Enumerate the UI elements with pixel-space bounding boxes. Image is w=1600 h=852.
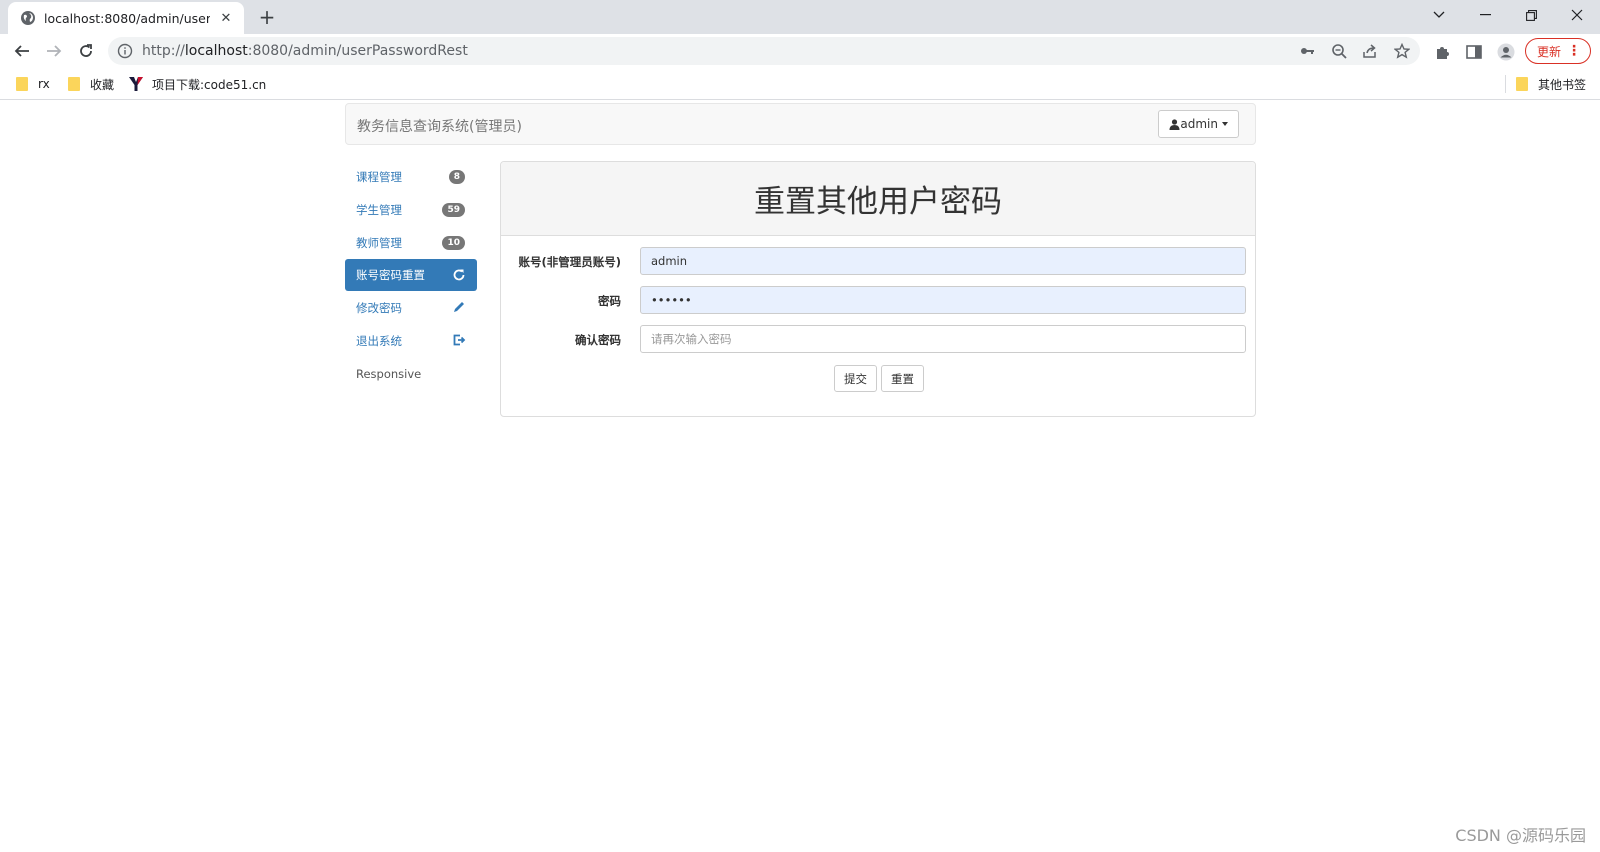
confirm-password-label: 确认密码 <box>575 333 621 347</box>
sidebar-item-courses[interactable]: 课程管理 8 <box>345 160 477 193</box>
bookmark-code51[interactable]: 项目下载:code51.cn <box>128 75 266 93</box>
browser-toolbar: http://localhost:8080/admin/userPassword… <box>0 34 1600 68</box>
folder-icon <box>68 77 80 91</box>
page-title: 重置其他用户密码 <box>754 184 1002 220</box>
password-input[interactable]: •••••• <box>640 286 1246 314</box>
sidebar-item-responsive[interactable]: Responsive <box>345 357 477 390</box>
back-icon[interactable] <box>10 39 34 63</box>
sidebar-item-teachers[interactable]: 教师管理 10 <box>345 226 477 259</box>
side-panel-icon[interactable] <box>1465 43 1483 61</box>
share-icon[interactable] <box>1362 43 1378 59</box>
caret-down-icon <box>1222 122 1228 126</box>
update-button[interactable]: 更新 ⋮ <box>1525 38 1591 64</box>
pencil-icon <box>454 302 464 312</box>
refresh-icon <box>453 269 465 281</box>
app-brand[interactable]: 教务信息查询系统(管理员) <box>357 116 522 136</box>
tab-strip: localhost:8080/admin/userPas ✕ + <box>0 0 1600 34</box>
bookmarks-bar: rx 收藏 项目下载:code51.cn 其他书签 <box>0 68 1600 100</box>
bookmark-rx[interactable]: rx <box>16 75 50 93</box>
account-label: 账号(非管理员账号) <box>518 255 621 269</box>
close-window-icon[interactable] <box>1554 0 1600 30</box>
count-badge: 59 <box>442 203 465 217</box>
minimize-icon[interactable] <box>1462 0 1508 30</box>
user-name: admin <box>1180 117 1218 131</box>
y-logo-icon <box>129 77 143 91</box>
panel-heading: 重置其他用户密码 <box>501 162 1255 236</box>
password-row: 密码 •••••• <box>501 286 1255 314</box>
password-label: 密码 <box>598 294 621 308</box>
tab-search-icon[interactable] <box>1416 0 1462 30</box>
more-menu-icon[interactable]: ⋮ <box>1567 43 1581 59</box>
globe-icon <box>21 11 35 25</box>
url-text: http://localhost:8080/admin/userPassword… <box>142 43 468 59</box>
count-badge: 10 <box>442 236 465 250</box>
reset-button[interactable]: 重置 <box>881 365 924 392</box>
submit-button[interactable]: 提交 <box>834 365 877 392</box>
reload-icon[interactable] <box>74 39 98 63</box>
app-navbar: 教务信息查询系统(管理员) admin <box>345 103 1256 145</box>
update-label: 更新 <box>1537 44 1562 59</box>
account-input[interactable]: admin <box>640 247 1246 275</box>
sidebar-item-change-password[interactable]: 修改密码 <box>345 291 477 324</box>
restore-icon[interactable] <box>1508 0 1554 30</box>
extensions-icon[interactable] <box>1434 43 1452 61</box>
sidebar-item-students[interactable]: 学生管理 59 <box>345 193 477 226</box>
key-icon[interactable] <box>1299 43 1315 59</box>
bookmarks-separator <box>1505 75 1506 93</box>
browser-tab[interactable]: localhost:8080/admin/userPas ✕ <box>8 2 244 34</box>
confirm-password-input[interactable]: 请再次输入密码 <box>640 325 1246 353</box>
zoom-icon[interactable] <box>1331 43 1347 59</box>
account-row: 账号(非管理员账号) admin <box>501 247 1255 275</box>
count-badge: 8 <box>448 170 465 184</box>
site-info-icon[interactable] <box>117 43 133 59</box>
watermark: CSDN @源码乐园 <box>1455 826 1586 845</box>
logout-icon <box>453 334 466 346</box>
user-menu-button[interactable]: admin <box>1158 110 1239 138</box>
address-bar[interactable]: http://localhost:8080/admin/userPassword… <box>108 37 1420 65</box>
new-tab-icon[interactable]: + <box>256 6 278 28</box>
folder-icon <box>16 77 28 91</box>
sidebar-item-logout[interactable]: 退出系统 <box>345 324 477 357</box>
folder-icon <box>1516 77 1528 91</box>
sidebar-item-password-reset[interactable]: 账号密码重置 <box>345 259 477 291</box>
sidebar-nav: 课程管理 8 学生管理 59 教师管理 10 账号密码重置 修改密码 退出系统 … <box>345 160 477 390</box>
reset-password-panel: 重置其他用户密码 账号(非管理员账号) admin 密码 •••••• 确认密码… <box>500 161 1256 417</box>
tab-title: localhost:8080/admin/userPas <box>44 10 210 26</box>
confirm-password-row: 确认密码 请再次输入密码 <box>501 325 1255 353</box>
profile-avatar-icon[interactable] <box>1497 43 1515 61</box>
user-icon <box>1169 118 1180 130</box>
bookmark-favorites[interactable]: 收藏 <box>68 75 114 93</box>
bookmark-star-icon[interactable] <box>1394 43 1410 59</box>
forward-icon[interactable] <box>42 39 66 63</box>
bookmark-other[interactable]: 其他书签 <box>1516 75 1586 93</box>
close-tab-icon[interactable]: ✕ <box>218 11 234 26</box>
